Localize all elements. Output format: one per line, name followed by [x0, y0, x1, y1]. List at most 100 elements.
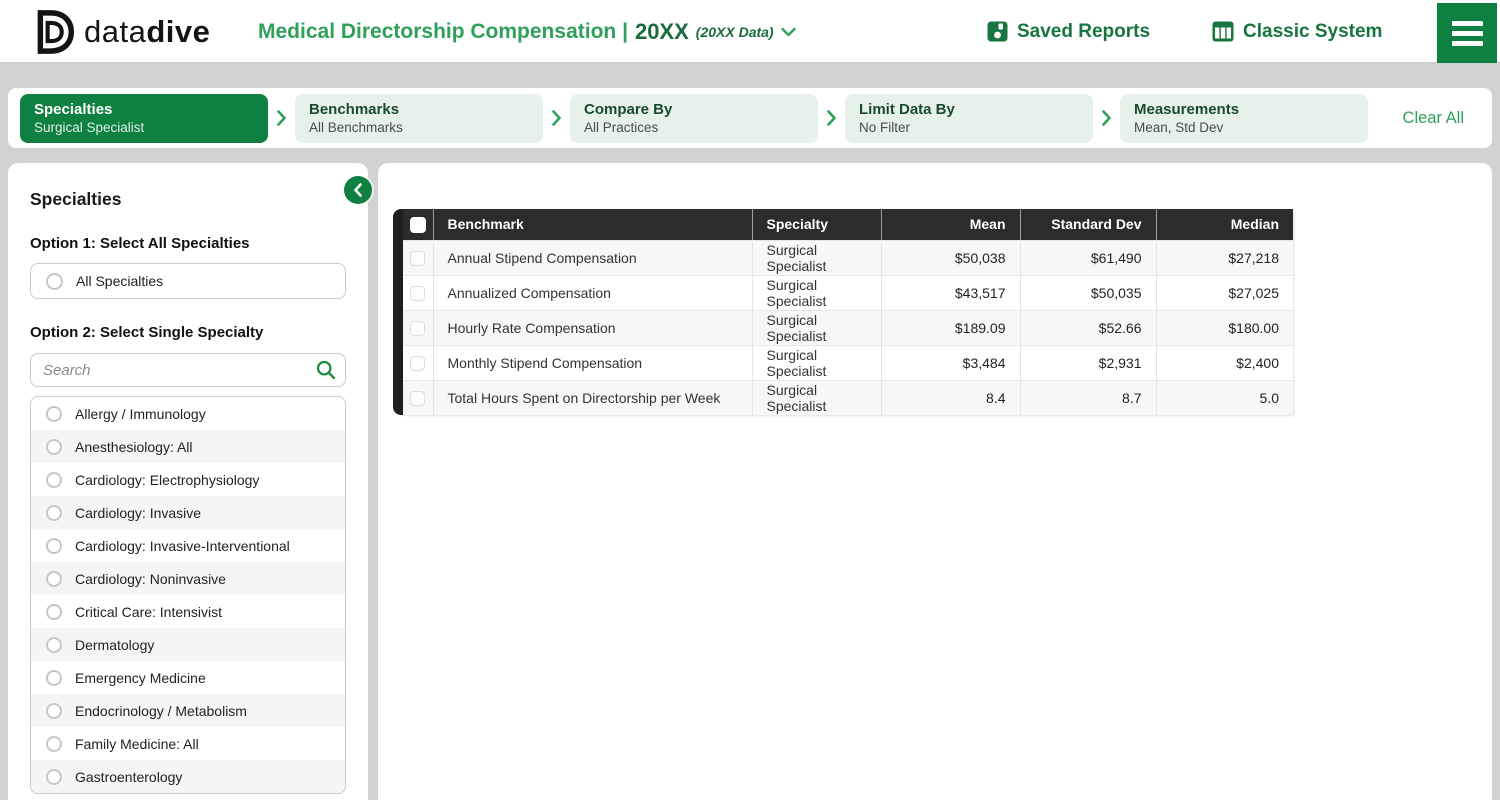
specialty-search	[30, 353, 346, 387]
specialty-option[interactable]: Endocrinology / Metabolism	[31, 694, 345, 727]
column-header-standard-dev[interactable]: Standard Dev	[1019, 209, 1156, 240]
report-dataset: (20XX Data)	[695, 23, 774, 40]
row-checkbox[interactable]	[410, 355, 426, 371]
specialty-option[interactable]: Dermatology	[31, 628, 345, 661]
radio-button[interactable]	[46, 603, 62, 620]
clear-all-button[interactable]: Clear All	[1403, 109, 1464, 128]
step-benchmarks[interactable]: Benchmarks All Benchmarks	[295, 93, 543, 143]
table-row: Hourly Rate Compensation Surgical Specia…	[403, 309, 1293, 345]
radio-button[interactable]	[46, 702, 62, 719]
specialty-label: Anesthesiology: All	[75, 438, 193, 455]
radio-button[interactable]	[46, 636, 62, 653]
app-page: datadive Medical Directorship Compensati…	[0, 0, 1500, 800]
specialty-option[interactable]: Emergency Medicine	[31, 661, 345, 694]
specialty-option[interactable]: Anesthesiology: All	[31, 430, 345, 463]
hamburger-icon	[1451, 20, 1483, 26]
report-title-dropdown[interactable]: Medical Directorship Compensation | 20XX…	[258, 0, 796, 63]
select-all-checkbox[interactable]	[409, 216, 426, 233]
mean-cell: 8.4	[880, 379, 1020, 415]
filter-step-bar: Specialties Surgical Specialist Benchmar…	[8, 88, 1492, 148]
median-cell: 5.0	[1155, 379, 1293, 415]
row-checkbox[interactable]	[410, 391, 426, 407]
radio-button[interactable]	[46, 537, 62, 554]
specialty-option[interactable]: Cardiology: Electrophysiology	[31, 463, 345, 496]
column-header-median[interactable]: Median	[1155, 209, 1293, 240]
specialty-option[interactable]: Family Medicine: All	[31, 727, 345, 760]
option2-heading: Option 2: Select Single Specialty	[30, 324, 264, 341]
radio-button[interactable]	[46, 669, 62, 686]
radio-button[interactable]	[46, 570, 62, 587]
median-cell: $2,400	[1155, 344, 1293, 380]
specialty-cell: Surgical Specialist	[751, 379, 881, 415]
benchmark-cell: Annualized Compensation	[432, 274, 752, 310]
column-header-mean[interactable]: Mean	[880, 209, 1020, 240]
step-label: Compare By	[584, 100, 673, 118]
column-header-specialty[interactable]: Specialty	[751, 209, 881, 240]
all-specialties-label: All Specialties	[76, 273, 164, 289]
chevron-left-icon	[354, 183, 362, 197]
step-value: No Filter	[859, 119, 911, 135]
step-label: Specialties	[34, 100, 113, 118]
radio-button[interactable]	[46, 438, 62, 455]
columns-icon	[1212, 21, 1234, 42]
radio-button[interactable]	[46, 735, 62, 752]
row-checkbox[interactable]	[410, 285, 426, 301]
specialty-label: Cardiology: Invasive	[75, 504, 202, 521]
std-dev-cell: $50,035	[1019, 274, 1156, 310]
all-specialties-option[interactable]: All Specialties	[30, 263, 346, 299]
step-label: Measurements	[1134, 100, 1240, 118]
chevron-down-icon	[780, 27, 796, 36]
radio-button[interactable]	[46, 272, 63, 290]
table-row: Total Hours Spent on Directorship per We…	[403, 379, 1293, 415]
benchmark-cell: Annual Stipend Compensation	[432, 239, 752, 275]
row-checkbox[interactable]	[410, 320, 426, 336]
step-specialties[interactable]: Specialties Surgical Specialist	[20, 93, 268, 143]
saved-reports-label: Saved Reports	[1017, 20, 1151, 42]
specialty-option[interactable]: Gastroenterology	[31, 760, 345, 793]
radio-button[interactable]	[46, 504, 62, 521]
table-row: Annualized Compensation Surgical Special…	[403, 274, 1293, 310]
brand-name: datadive	[84, 14, 210, 50]
specialty-cell: Surgical Specialist	[751, 309, 881, 345]
search-icon	[316, 360, 336, 385]
saved-reports-button[interactable]: Saved Reports	[987, 0, 1150, 63]
specialty-option[interactable]: Cardiology: Noninvasive	[31, 562, 345, 595]
results-panel: Benchmark Specialty Mean Standard Dev Me…	[378, 163, 1492, 800]
hamburger-menu-button[interactable]	[1437, 3, 1497, 63]
specialty-option[interactable]: Allergy / Immunology	[31, 397, 345, 430]
classic-system-button[interactable]: Classic System	[1212, 0, 1382, 63]
radio-button[interactable]	[46, 768, 62, 785]
step-value: Mean, Std Dev	[1134, 119, 1224, 135]
std-dev-cell: $61,490	[1019, 239, 1156, 275]
step-value: All Practices	[584, 119, 659, 135]
chevron-right-icon	[543, 110, 570, 126]
brand-logo[interactable]: datadive	[34, 9, 210, 55]
report-year: 20XX	[634, 18, 689, 44]
radio-button[interactable]	[46, 405, 62, 422]
row-checkbox[interactable]	[410, 250, 426, 266]
step-measurements[interactable]: Measurements Mean, Std Dev	[1120, 93, 1368, 143]
sidebar-title: Specialties	[30, 189, 122, 209]
brand-name-regular: data	[84, 14, 147, 49]
specialty-label: Emergency Medicine	[75, 669, 206, 686]
select-all-cell	[403, 209, 433, 240]
specialty-label: Critical Care: Intensivist	[75, 603, 223, 620]
chevron-right-icon	[1093, 110, 1120, 126]
column-header-benchmark[interactable]: Benchmark	[432, 209, 752, 240]
specialty-label: Family Medicine: All	[75, 735, 199, 752]
brand-name-bold: dive	[146, 14, 211, 49]
std-dev-cell: 8.7	[1019, 379, 1156, 415]
specialty-option[interactable]: Cardiology: Invasive-Interventional	[31, 529, 345, 562]
sidebar-collapse-button[interactable]	[344, 176, 372, 204]
step-label: Limit Data By	[859, 100, 955, 118]
radio-button[interactable]	[46, 471, 62, 488]
search-input[interactable]	[30, 353, 346, 387]
step-compare-by[interactable]: Compare By All Practices	[570, 93, 818, 143]
mean-cell: $3,484	[880, 344, 1020, 380]
specialty-label: Cardiology: Electrophysiology	[75, 471, 260, 488]
median-cell: $27,025	[1155, 274, 1293, 310]
specialty-option[interactable]: Critical Care: Intensivist	[31, 595, 345, 628]
specialty-option[interactable]: Cardiology: Invasive	[31, 496, 345, 529]
specialty-list: Allergy / Immunology Anesthesiology: All…	[30, 396, 346, 794]
step-limit-data-by[interactable]: Limit Data By No Filter	[845, 93, 1093, 143]
